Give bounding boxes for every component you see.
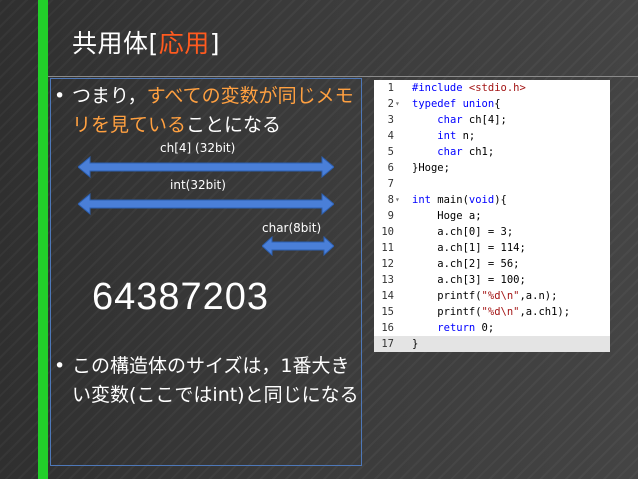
line-number: 9: [387, 210, 394, 222]
code-line: 11 a.ch[1] = 114;: [374, 240, 610, 256]
code-line: 12 a.ch[2] = 56;: [374, 256, 610, 272]
arrow-int: [78, 193, 334, 215]
bullet-dot: •: [54, 85, 66, 107]
bullet-2: • この構造体のサイズは，1番大きい変数(ここではint)と同じになる: [54, 352, 362, 410]
line-number: 16: [381, 322, 394, 334]
code-editor: 1 #include <stdio.h> 2 ▾ typedef union{3 cha…: [374, 80, 610, 352]
code-line: 1 #include <stdio.h>: [374, 80, 610, 96]
code-text[interactable]: a.ch[2] = 56;: [412, 256, 519, 272]
line-number: 11: [381, 242, 394, 254]
code-text[interactable]: printf("%d\n",a.n);: [412, 288, 557, 304]
result-value: 64387203: [92, 276, 270, 318]
slide-title: 共用体[応用]: [72, 29, 221, 58]
code-text[interactable]: int main(void){: [412, 192, 507, 208]
code-text[interactable]: }Hoge;: [412, 160, 450, 176]
code-line: 7: [374, 176, 610, 192]
code-line: 5 char ch1;: [374, 144, 610, 160]
code-line: 13 a.ch[3] = 100;: [374, 272, 610, 288]
fold-toggle-icon[interactable]: ▾: [395, 96, 400, 112]
line-number: 17: [381, 338, 394, 350]
code-text[interactable]: a.ch[3] = 100;: [412, 272, 526, 288]
line-number: 7: [387, 178, 394, 190]
accent-bar: [38, 0, 48, 479]
line-number: 1: [387, 82, 394, 94]
title-highlight: 応用: [158, 29, 210, 58]
arrow-char: [262, 236, 334, 256]
code-text[interactable]: typedef union{: [412, 96, 501, 112]
line-number: 13: [381, 274, 394, 286]
bullet-dot: •: [54, 355, 66, 377]
line-number: 8: [387, 194, 394, 206]
line-number: 12: [381, 258, 394, 270]
code-text[interactable]: char ch1;: [412, 144, 494, 160]
code-text[interactable]: #include <stdio.h>: [412, 80, 526, 96]
code-text[interactable]: a.ch[0] = 3;: [412, 224, 513, 240]
code-line: 3 char ch[4];: [374, 112, 610, 128]
line-number: 3: [387, 114, 394, 126]
line-number: 6: [387, 162, 394, 174]
code-line: 15 printf("%d\n",a.ch1);: [374, 304, 610, 320]
code-text[interactable]: Hoge a;: [412, 208, 481, 224]
code-line: 10 a.ch[0] = 3;: [374, 224, 610, 240]
code-text[interactable]: printf("%d\n",a.ch1);: [412, 304, 570, 320]
code-text[interactable]: return 0;: [412, 320, 494, 336]
line-number: 5: [387, 146, 394, 158]
line-number: 2: [387, 98, 394, 110]
arrow-label-int: int(32bit): [170, 178, 226, 192]
bullet-1: • つまり，すべての変数が同じメモリを見ていることになる: [54, 82, 362, 140]
code-line: 9 Hoge a;: [374, 208, 610, 224]
line-number: 10: [381, 226, 394, 238]
arrow-label-char: char(8bit): [262, 221, 322, 235]
fold-toggle-icon[interactable]: ▾: [395, 192, 400, 208]
arrow-ch4: [78, 156, 334, 178]
code-text[interactable]: char ch[4];: [412, 112, 507, 128]
arrow-label-ch4: ch[4] (32bit): [160, 141, 236, 155]
code-line: 16 return 0;: [374, 320, 610, 336]
code-line: 17}: [374, 336, 610, 352]
code-line: 14 printf("%d\n",a.n);: [374, 288, 610, 304]
code-text[interactable]: a.ch[1] = 114;: [412, 240, 526, 256]
line-number: 14: [381, 290, 394, 302]
code-line: 8 ▾ int main(void){: [374, 192, 610, 208]
code-text[interactable]: }: [412, 336, 418, 352]
line-number: 15: [381, 306, 394, 318]
code-line: 2 ▾ typedef union{: [374, 96, 610, 112]
code-text[interactable]: int n;: [412, 128, 475, 144]
code-line: 4 int n;: [374, 128, 610, 144]
title-divider: [48, 76, 638, 77]
line-number: 4: [387, 130, 394, 142]
code-line: 6 }Hoge;: [374, 160, 610, 176]
